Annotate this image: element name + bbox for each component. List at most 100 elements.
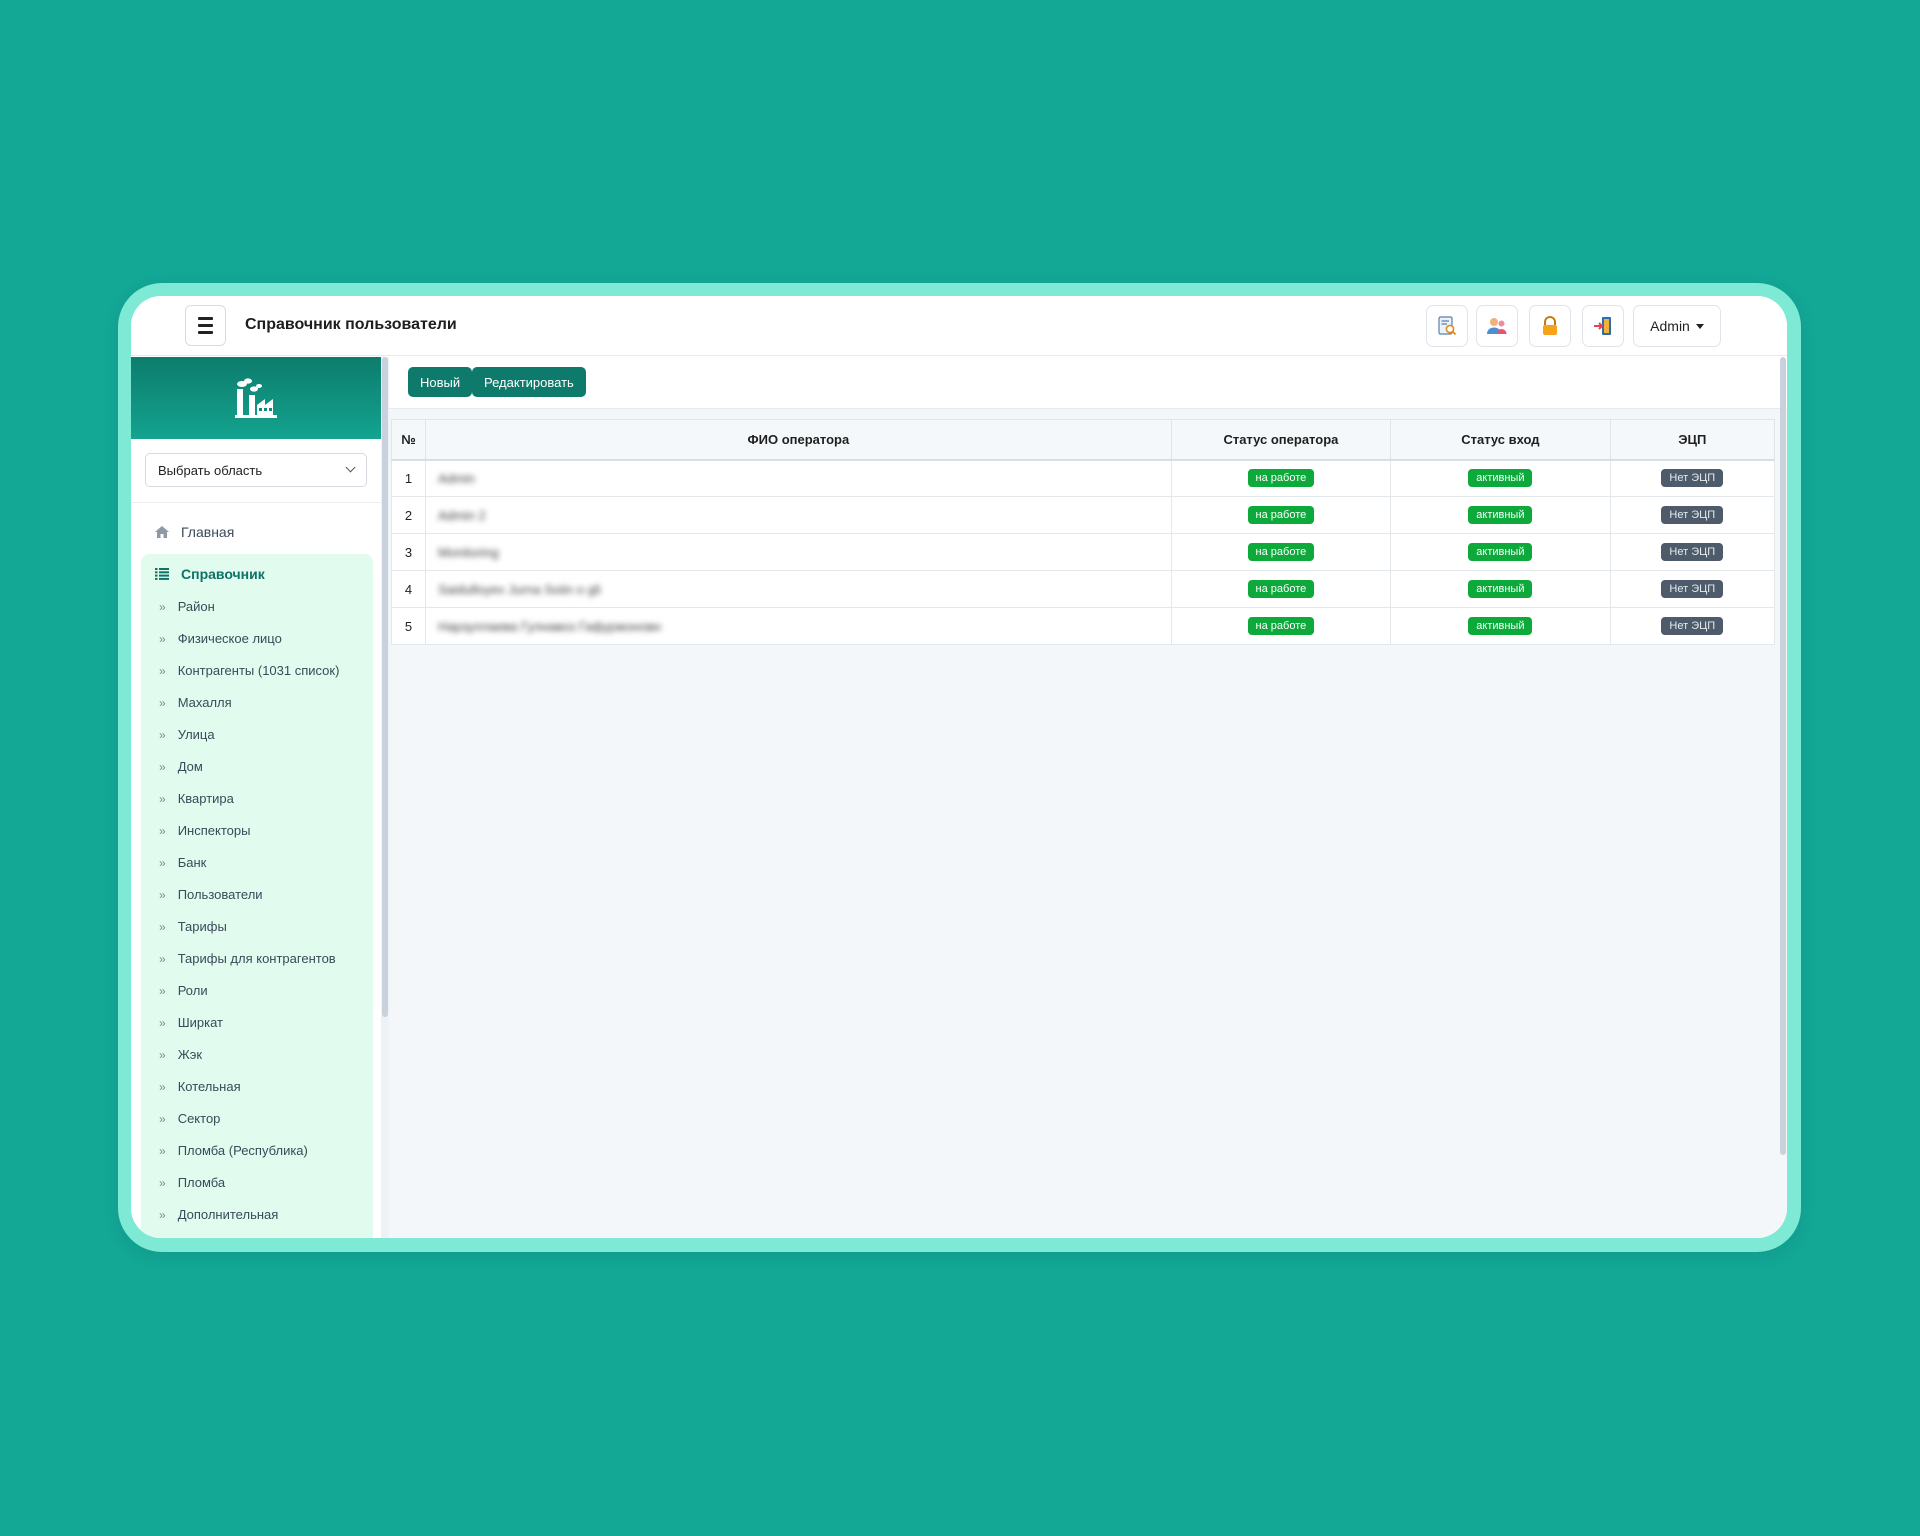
sidebar-subitem[interactable]: » Котельная <box>159 1078 369 1096</box>
menu-toggle-button[interactable] <box>185 305 226 346</box>
sidebar-subitem[interactable]: » Улица <box>159 726 369 744</box>
column-header-number[interactable]: № <box>390 419 427 461</box>
hamburger-icon <box>198 315 213 336</box>
sidebar-subitem-label: Дом <box>177 759 203 774</box>
sidebar-subitem-label: Котельная <box>177 1079 241 1094</box>
sidebar-subitem-label: Контрагенты (1031 список) <box>177 663 340 678</box>
region-select[interactable]: Выбрать область <box>145 453 367 487</box>
sidebar-submenu: » Район » Физическое лицо » Контрагенты (1031… <box>159 598 369 1238</box>
operator-name: Admin <box>438 470 475 486</box>
login-status-badge: активный <box>1468 469 1533 488</box>
sidebar-subitem-label: Район <box>177 599 215 614</box>
sidebar-subitem[interactable]: » Жэк <box>159 1046 369 1064</box>
user-menu-button[interactable]: Admin <box>1633 305 1721 347</box>
new-button[interactable]: Новый <box>408 367 473 397</box>
cell-eds: Нет ЭЦП <box>1609 533 1776 571</box>
sidebar-item-home[interactable]: Главная <box>155 524 234 540</box>
login-status-badge: активный <box>1468 506 1533 524</box>
operator-name: Нарзуллаева Гулнавоз Гафуржоновн <box>438 618 661 634</box>
sidebar-brand <box>131 357 381 439</box>
table-row[interactable]: 2 Admin 2 на работе активный Нет ЭЦП <box>390 496 1776 534</box>
table-row[interactable]: 5 Нарзуллаева Гулнавоз Гафуржоновн на рабо… <box>390 607 1776 645</box>
main-scroll-thumb[interactable] <box>1780 357 1786 1155</box>
factory-icon <box>235 378 277 418</box>
cell-name: Admin 2 <box>425 496 1172 534</box>
app-window: Справочник пользователи Admin Выбрать об… <box>131 296 1787 1238</box>
column-header-name[interactable]: ФИО оператора <box>425 419 1172 461</box>
report-button[interactable] <box>1426 305 1468 347</box>
double-chevron-icon: » <box>159 824 166 838</box>
logout-icon <box>1594 317 1611 335</box>
sidebar-subitem[interactable]: » Физическое лицо <box>159 630 369 648</box>
main-scrollbar[interactable] <box>1779 357 1787 1157</box>
sidebar-subitem[interactable]: » Пломба (Республика) <box>159 1142 369 1160</box>
double-chevron-icon: » <box>159 984 166 998</box>
sidebar-subitem[interactable]: » Махалля <box>159 694 369 712</box>
table-row[interactable]: 1 Admin на работе активный Нет ЭЦП <box>390 459 1776 497</box>
edit-button[interactable]: Редактировать <box>472 367 586 397</box>
sidebar-subitem[interactable]: » Тарифы для контрагентов <box>159 950 369 968</box>
page-title: Справочник пользователи <box>245 316 457 333</box>
eds-badge: Нет ЭЦП <box>1661 543 1724 561</box>
sidebar-subitem[interactable]: » Пломба <box>159 1174 369 1192</box>
row-number: 5 <box>404 618 413 634</box>
sidebar-subitem[interactable]: » Инспекторы <box>159 822 369 840</box>
cell-login-status: активный <box>1390 533 1611 571</box>
cell-name: Monitoring <box>425 533 1172 571</box>
sidebar-subitem[interactable]: » Дом <box>159 758 369 776</box>
cell-operator-status: на работе <box>1170 459 1392 497</box>
sidebar: Выбрать область Главная Справочник » Райо… <box>131 357 389 1238</box>
double-chevron-icon: » <box>159 888 166 902</box>
sidebar-subitem[interactable]: » Банк <box>159 854 369 872</box>
sidebar-subitem[interactable]: » Ширкат <box>159 1014 369 1032</box>
column-header-operator-status[interactable]: Статус оператора <box>1170 419 1392 461</box>
eds-badge: Нет ЭЦП <box>1661 506 1724 524</box>
cell-number: 1 <box>390 459 427 497</box>
cell-operator-status: на работе <box>1170 496 1392 534</box>
sidebar-subitem-label: Жэк <box>177 1047 203 1062</box>
table-row[interactable]: 4 Saidulloyev Jurna Soiin o gli на работе а… <box>390 570 1776 608</box>
double-chevron-icon: » <box>159 1208 166 1222</box>
sidebar-subitem[interactable]: » Дополнительная <box>159 1206 369 1224</box>
home-icon <box>155 526 169 538</box>
sidebar-scrollbar[interactable] <box>381 357 389 1238</box>
sidebar-subitem[interactable]: » Район <box>159 598 369 616</box>
double-chevron-icon: » <box>159 632 166 646</box>
sidebar-item-directory[interactable]: Справочник <box>155 566 265 582</box>
sidebar-subitem[interactable]: » Роли <box>159 982 369 1000</box>
eds-badge: Нет ЭЦП <box>1661 580 1724 598</box>
column-header-login-status[interactable]: Статус вход <box>1390 419 1611 461</box>
cell-eds: Нет ЭЦП <box>1609 570 1776 608</box>
double-chevron-icon: » <box>159 1112 166 1126</box>
row-number: 3 <box>404 544 413 560</box>
sidebar-subitem[interactable]: » Сектор <box>159 1110 369 1128</box>
sidebar-group-directory: Справочник » Район » Физическое лицо » Контра… <box>141 554 373 1238</box>
sidebar-subitem-label: Квартира <box>177 791 234 806</box>
sidebar-subitem-label: Физическое лицо <box>177 631 282 646</box>
lock-button[interactable] <box>1529 305 1571 347</box>
lock-icon <box>1543 316 1557 335</box>
sidebar-subitem[interactable]: » Пользователи <box>159 886 369 904</box>
logout-button[interactable] <box>1582 305 1624 347</box>
operator-name: Saidulloyev Jurna Soiin o gli <box>438 581 601 597</box>
sidebar-subitem-label: Улица <box>177 727 215 742</box>
eds-badge: Нет ЭЦП <box>1661 469 1724 488</box>
operator-status-badge: на работе <box>1247 617 1315 635</box>
list-icon <box>155 568 169 580</box>
column-header-eds[interactable]: ЭЦП <box>1609 419 1776 461</box>
sidebar-subitem[interactable]: » Контрагенты (1031 список) <box>159 662 369 680</box>
table-row[interactable]: 3 Monitoring на работе активный Нет ЭЦП <box>390 533 1776 571</box>
sidebar-subitem[interactable]: » Квартира <box>159 790 369 808</box>
sidebar-subitem-label: Тарифы для контрагентов <box>177 951 336 966</box>
users-table: № ФИО оператора Статус оператора Статус … <box>390 419 1776 645</box>
operator-status-badge: на работе <box>1247 506 1315 524</box>
double-chevron-icon: » <box>159 1048 166 1062</box>
table-body: 1 Admin на работе активный Нет ЭЦП 2 Admin 2 на… <box>390 459 1776 645</box>
sidebar-subitem[interactable]: » Тарифы <box>159 918 369 936</box>
users-button[interactable] <box>1476 305 1518 347</box>
sidebar-scroll-thumb[interactable] <box>382 357 388 1017</box>
cell-number: 3 <box>390 533 427 571</box>
cell-name: Saidulloyev Jurna Soiin o gli <box>425 570 1172 608</box>
double-chevron-icon: » <box>159 664 166 678</box>
sidebar-subitem-label: Тарифы <box>177 919 227 934</box>
